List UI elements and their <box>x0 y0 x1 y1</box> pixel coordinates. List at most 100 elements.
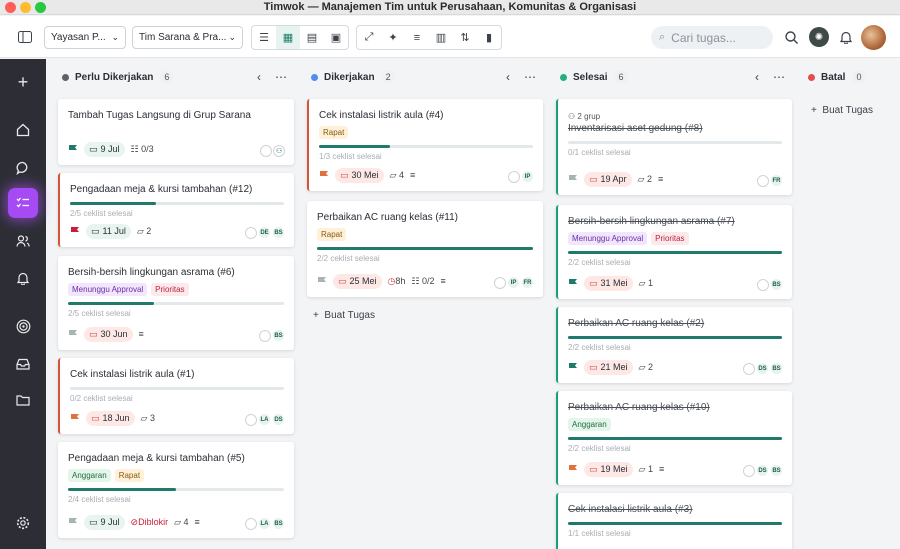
more-options-icon[interactable]: ⋯ <box>275 66 287 88</box>
bell-icon[interactable] <box>8 263 38 293</box>
avatar[interactable]: DS <box>272 413 285 426</box>
list-view-icon[interactable]: ☰ <box>252 26 276 49</box>
assignee-empty[interactable] <box>245 226 257 239</box>
chat-icon[interactable] <box>8 153 38 183</box>
minimize-window-button[interactable] <box>20 2 31 13</box>
avatar[interactable]: BS <box>770 278 783 291</box>
assignee-empty[interactable] <box>508 170 520 183</box>
organization-select[interactable]: Yayasan P... ⌄ <box>44 26 126 49</box>
search-icon[interactable] <box>782 28 800 46</box>
flag-icon[interactable] <box>68 517 78 528</box>
chevron-left-icon[interactable]: ‹ <box>755 66 759 88</box>
user-avatar[interactable] <box>861 25 886 50</box>
due-date[interactable]: ▭ 30 Jun <box>84 326 133 342</box>
due-date[interactable]: ▭ 19 Mei <box>584 461 633 477</box>
task-card[interactable]: Cek instalasi listrik aula (#1) 0/2 cekl… <box>58 358 294 434</box>
assignee-empty[interactable] <box>757 174 769 187</box>
avatar[interactable]: DS <box>756 464 769 477</box>
group-select[interactable]: Tim Sarana & Pra... ⌄ <box>132 26 243 49</box>
more-options-icon[interactable]: ⋯ <box>524 66 536 88</box>
assignee-empty[interactable] <box>245 517 257 530</box>
avatar[interactable]: BS <box>770 362 783 375</box>
assignee-empty[interactable] <box>259 329 271 342</box>
avatar[interactable]: BS <box>272 226 285 239</box>
flag-icon[interactable] <box>70 413 80 424</box>
assignee-empty[interactable] <box>743 464 755 477</box>
bell-icon[interactable] <box>837 28 855 46</box>
sparkle-icon[interactable]: ✦ <box>381 26 405 49</box>
tasks-icon[interactable] <box>8 188 38 218</box>
sidebar-toggle-icon[interactable] <box>16 28 34 46</box>
inbox-icon[interactable] <box>8 349 38 379</box>
task-card[interactable]: Perbaikan AC ruang kelas (#2) 2/2 ceklis… <box>556 307 792 383</box>
due-date[interactable]: ▭ 25 Mei <box>333 273 382 289</box>
flag-icon[interactable] <box>568 278 578 289</box>
avatar[interactable]: DE <box>258 226 271 239</box>
flag-icon[interactable] <box>317 276 327 287</box>
flag-icon[interactable] <box>568 174 578 185</box>
zoom-window-button[interactable] <box>35 2 46 13</box>
flag-icon[interactable] <box>68 144 78 155</box>
task-card[interactable]: Perbaikan AC ruang kelas (#10) Anggaran … <box>556 391 792 485</box>
plus-icon[interactable]: + <box>8 67 38 97</box>
task-card[interactable]: Bersih-bersih lingkungan asrama (#6) Men… <box>58 256 294 350</box>
assignee-empty[interactable] <box>245 413 257 426</box>
board-view-icon[interactable]: ▦ <box>276 26 300 49</box>
due-date[interactable]: ▭ 19 Apr <box>584 171 632 187</box>
avatar[interactable]: LA <box>258 517 271 530</box>
assignee-empty[interactable] <box>494 276 506 289</box>
assignee-empty[interactable] <box>757 278 769 291</box>
more-options-icon[interactable]: ⋯ <box>773 66 785 88</box>
add-task-button[interactable]: + Buat Tugas <box>313 310 375 321</box>
due-date[interactable]: ▭ 18 Jun <box>86 410 135 426</box>
due-date[interactable]: ▭ 21 Mei <box>584 359 633 375</box>
flag-icon[interactable] <box>70 226 80 237</box>
close-window-button[interactable] <box>5 2 16 13</box>
add-task-button[interactable]: + Buat Tugas <box>811 105 873 116</box>
avatar[interactable]: IP <box>507 276 520 289</box>
chevron-left-icon[interactable]: ‹ <box>257 66 261 88</box>
due-date[interactable]: ▭ 9 Jul <box>84 514 125 530</box>
task-card[interactable]: Tambah Tugas Langsung di Grup Sarana ▭ 9 … <box>58 99 294 165</box>
chevron-left-icon[interactable]: ‹ <box>506 66 510 88</box>
chart-icon[interactable]: ▮ <box>477 26 501 49</box>
due-date[interactable]: ▭ 31 Mei <box>584 275 633 291</box>
target-icon[interactable] <box>8 311 38 341</box>
assignee-empty[interactable] <box>743 362 755 375</box>
filter-sliders-icon[interactable]: ≡ <box>405 26 429 49</box>
expand-icon[interactable]: ⤢ <box>357 26 381 49</box>
avatar[interactable]: FR <box>521 276 534 289</box>
due-date[interactable]: ▭ 11 Jul <box>86 223 131 239</box>
folder-icon[interactable] <box>8 385 38 415</box>
flag-icon[interactable] <box>568 464 578 475</box>
task-card[interactable]: Perbaikan AC ruang kelas (#11) Rapat 2/2… <box>307 201 543 297</box>
avatar[interactable]: BS <box>272 329 285 342</box>
add-assignee-icon[interactable]: ⚇ <box>273 145 285 157</box>
flag-icon[interactable] <box>319 170 329 181</box>
due-date[interactable]: ▭ 30 Mei <box>335 167 384 183</box>
home-icon[interactable] <box>8 115 38 145</box>
task-card[interactable]: Cek instalasi listrik aula (#3) 1/1 cekl… <box>556 493 792 549</box>
settings-gear-icon[interactable] <box>8 508 38 538</box>
flag-icon[interactable] <box>68 329 78 340</box>
task-card[interactable]: Pengadaan meja & kursi tambahan (#12) 2/… <box>58 173 294 247</box>
avatar[interactable]: IP <box>521 170 534 183</box>
workspace-logo-icon[interactable]: ✺ <box>809 27 829 47</box>
calendar-view-icon[interactable]: ▤ <box>300 26 324 49</box>
sort-list-icon[interactable]: ⇅ <box>453 26 477 49</box>
task-card[interactable]: Bersih-bersih lingkungan asrama (#7) Men… <box>556 205 792 299</box>
table-icon[interactable]: ▥ <box>429 26 453 49</box>
avatar[interactable]: LA <box>258 413 271 426</box>
avatar[interactable]: FR <box>770 174 783 187</box>
flag-icon[interactable] <box>568 362 578 373</box>
task-card[interactable]: Pengadaan meja & kursi tambahan (#5) Ang… <box>58 442 294 538</box>
task-card[interactable]: ⚇ 2 grup Inventarisasi aset gedung (#8) … <box>556 99 792 195</box>
people-icon[interactable] <box>8 226 38 256</box>
avatar[interactable]: BS <box>272 517 285 530</box>
due-date[interactable]: ▭ 9 Jul <box>84 141 125 157</box>
assignee-empty[interactable] <box>260 145 272 157</box>
avatar[interactable]: DS <box>756 362 769 375</box>
document-view-icon[interactable]: ▣ <box>324 26 348 49</box>
avatar[interactable]: BS <box>770 464 783 477</box>
task-card[interactable]: Cek instalasi listrik aula (#4) Rapat 1/… <box>307 99 543 191</box>
